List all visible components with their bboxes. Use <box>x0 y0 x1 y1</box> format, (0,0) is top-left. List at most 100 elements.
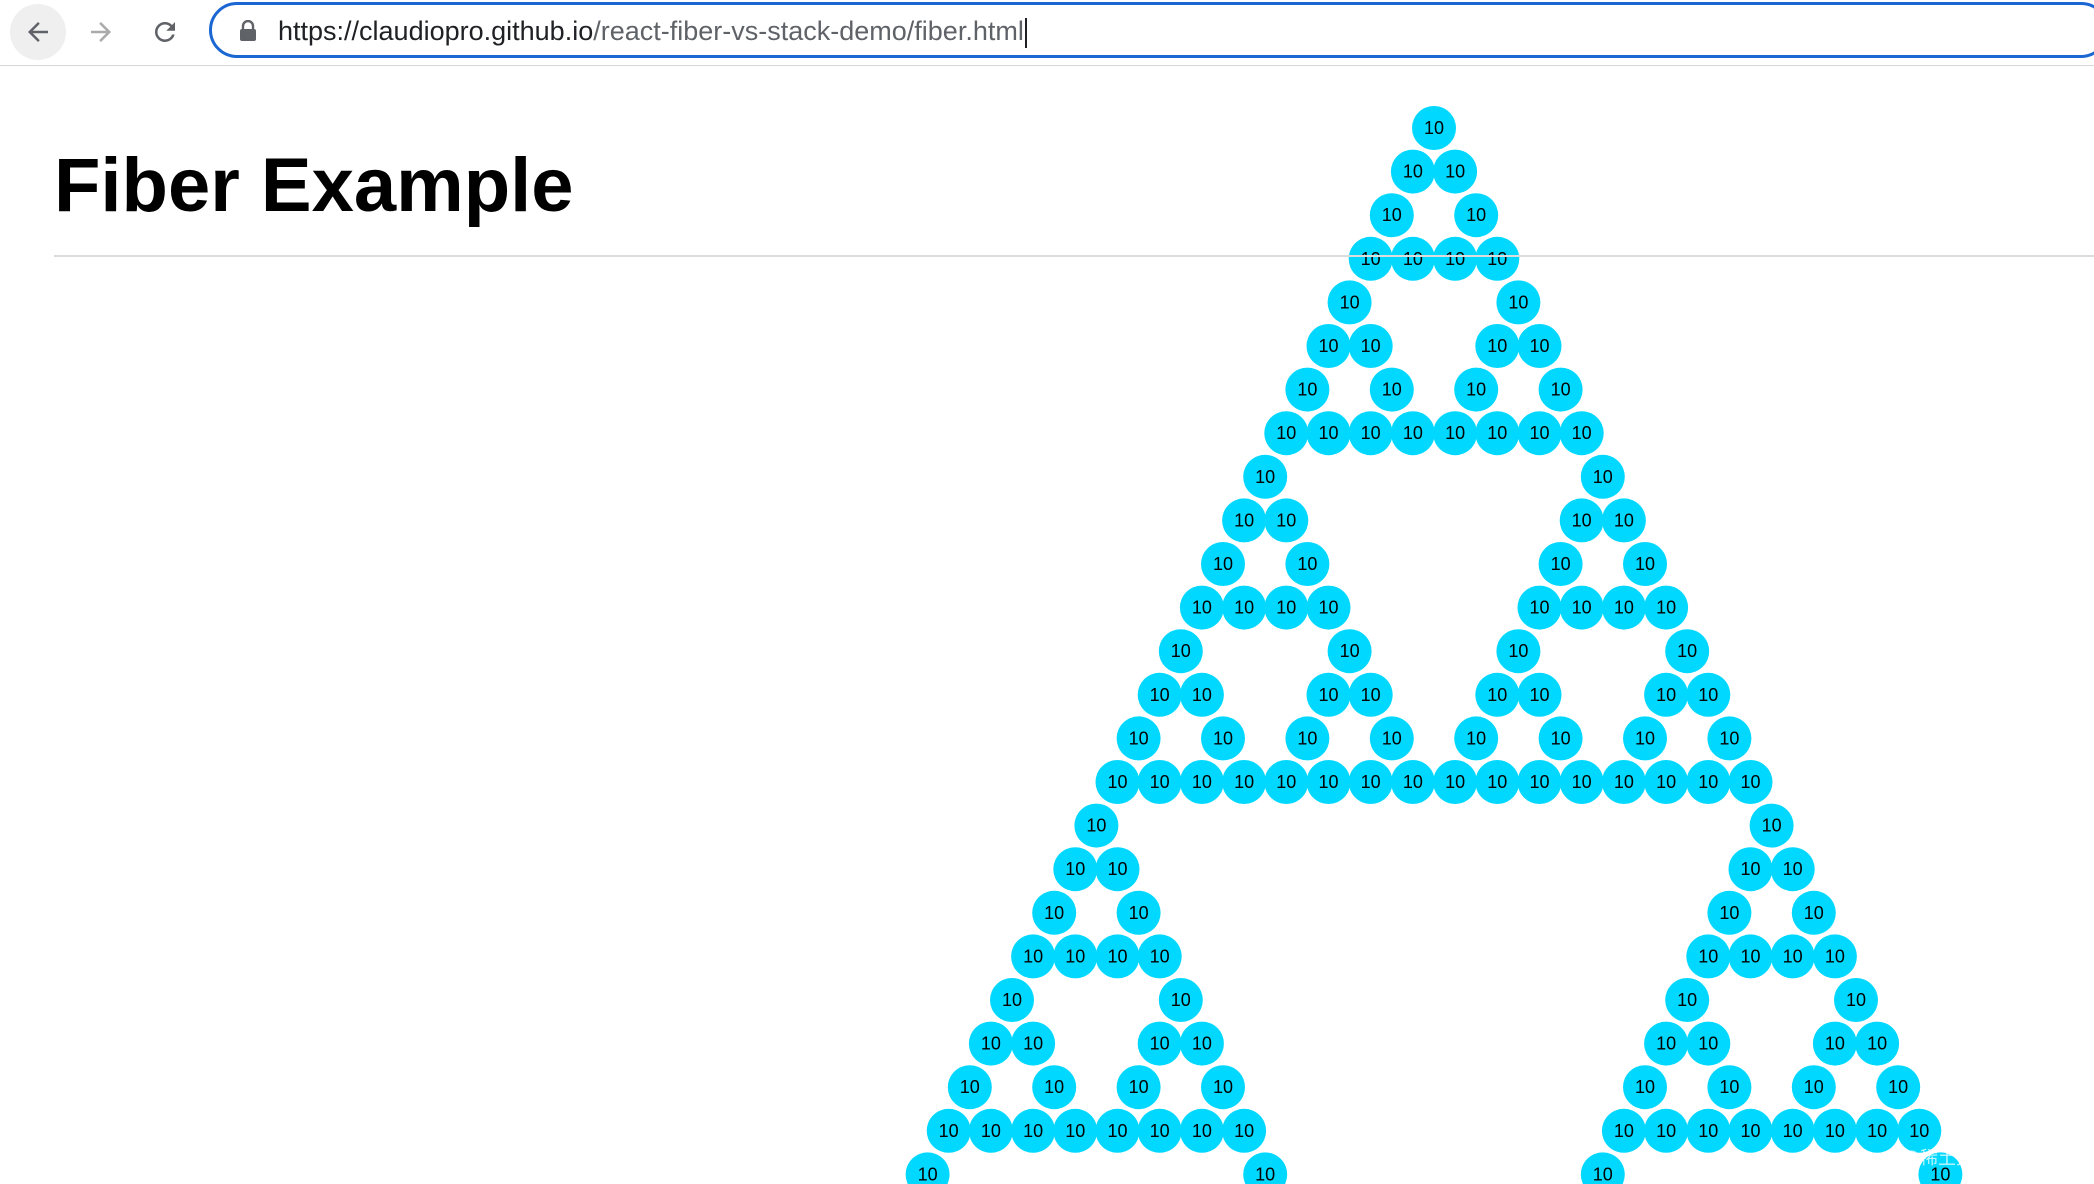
reload-button[interactable] <box>137 4 193 60</box>
dot-label: 10 <box>1150 685 1170 705</box>
dot-label: 10 <box>1783 859 1803 879</box>
dot-label: 10 <box>1529 772 1549 792</box>
triangle-dot: 10 <box>1475 760 1520 804</box>
dot-label: 10 <box>1361 249 1381 269</box>
triangle-dot: 10 <box>1412 106 1456 150</box>
triangle-dot: 10 <box>1812 1108 1857 1153</box>
triangle-dot: 10 <box>905 1152 950 1184</box>
triangle-dot: 10 <box>1559 585 1604 630</box>
triangle-dot: 10 <box>1517 324 1562 368</box>
triangle-dot: 10 <box>1770 934 1815 979</box>
dot-label: 10 <box>1487 336 1507 356</box>
dot-label: 10 <box>1150 946 1170 966</box>
triangle-dot: 10 <box>1644 1108 1689 1153</box>
triangle-dot: 10 <box>1580 454 1625 499</box>
triangle-dot: 10 <box>1348 324 1393 368</box>
dot-label: 10 <box>1403 423 1423 443</box>
triangle-dot: 10 <box>1538 367 1583 412</box>
dot-label: 10 <box>1445 423 1465 443</box>
triangle-dot: 10 <box>1791 890 1836 935</box>
dot-label: 10 <box>918 1164 938 1184</box>
dot-label: 10 <box>1551 380 1571 400</box>
dot-label: 10 <box>1297 380 1317 400</box>
triangle-dot: 10 <box>1601 1108 1646 1153</box>
dot-label: 10 <box>1825 1034 1845 1054</box>
triangle-dot: 10 <box>1348 236 1393 281</box>
triangle-dot: 10 <box>1158 978 1203 1022</box>
dot-label: 10 <box>1192 1121 1212 1141</box>
dot-label: 10 <box>1572 598 1592 618</box>
dot-label: 10 <box>1740 1121 1760 1141</box>
dot-label: 10 <box>1719 728 1739 748</box>
triangle-dot: 10 <box>1011 934 1056 979</box>
triangle-dot: 10 <box>1496 280 1541 325</box>
triangle-dot: 10 <box>1179 1021 1224 1066</box>
triangle-dot: 10 <box>1686 1021 1731 1066</box>
dot-label: 10 <box>1698 1121 1718 1141</box>
url-path: /react-fiber-vs-stack-demo/fiber.html <box>593 16 1024 46</box>
url-text[interactable]: https://claudiopro.github.io/react-fiber… <box>278 13 1027 49</box>
triangle-dot: 10 <box>1306 760 1351 804</box>
triangle-dot: 10 <box>1243 1152 1288 1184</box>
dot-label: 10 <box>1719 1077 1739 1097</box>
triangle-dot: 10 <box>1517 411 1562 456</box>
dot-label: 10 <box>1677 990 1697 1010</box>
dot-label: 10 <box>1762 816 1782 836</box>
triangle-dot: 10 <box>1264 498 1309 543</box>
dot-label: 10 <box>1086 816 1106 836</box>
triangle-dot: 10 <box>1116 716 1161 761</box>
dot-label: 10 <box>1740 772 1760 792</box>
dot-label: 10 <box>1171 641 1191 661</box>
triangle-dot: 10 <box>1623 542 1667 586</box>
dot-label: 10 <box>1065 946 1085 966</box>
triangle-dot: 10 <box>1580 1152 1625 1184</box>
triangle-dot: 10 <box>1601 760 1646 804</box>
dot-label: 10 <box>1783 1121 1803 1141</box>
triangle-dot: 10 <box>1390 411 1435 456</box>
dot-label: 10 <box>1551 554 1571 574</box>
dot-label: 10 <box>1656 772 1676 792</box>
triangle-dot: 10 <box>1285 716 1330 761</box>
dot-label: 10 <box>1150 772 1170 792</box>
back-button[interactable] <box>10 4 66 60</box>
dot-label: 10 <box>1213 1077 1233 1097</box>
triangle-dot: 10 <box>1137 934 1182 979</box>
triangle-dot: 10 <box>1538 542 1583 586</box>
dot-label: 10 <box>1150 1034 1170 1054</box>
dot-label: 10 <box>1804 903 1824 923</box>
dot-label: 10 <box>1255 467 1275 487</box>
address-bar[interactable]: https://claudiopro.github.io/react-fiber… <box>209 2 2094 58</box>
dot-label: 10 <box>1888 1077 1908 1097</box>
triangle-dot: 10 <box>1348 411 1393 456</box>
dot-label: 10 <box>1466 728 1486 748</box>
triangle-dot: 10 <box>1623 716 1667 761</box>
triangle-dot: 10 <box>1559 498 1604 543</box>
dot-label: 10 <box>1529 598 1549 618</box>
dot-label: 10 <box>1635 728 1655 748</box>
triangle-dot: 10 <box>1644 672 1689 717</box>
dot-label: 10 <box>1297 728 1317 748</box>
triangle-dot: 10 <box>1369 193 1414 238</box>
dot-label: 10 <box>1129 728 1149 748</box>
triangle-dot: 10 <box>1053 847 1098 892</box>
triangle-dot: 10 <box>1454 367 1499 412</box>
triangle-dot: 10 <box>1201 1065 1245 1110</box>
dot-label: 10 <box>1656 598 1676 618</box>
triangle-dot: 10 <box>1390 149 1435 194</box>
dot-label: 10 <box>1361 336 1381 356</box>
dot-label: 10 <box>1318 336 1338 356</box>
dot-label: 10 <box>981 1121 1001 1141</box>
triangle-dot: 10 <box>1517 672 1562 717</box>
triangle-dot: 10 <box>1095 847 1140 892</box>
dot-label: 10 <box>1023 1121 1043 1141</box>
dot-label: 10 <box>1318 423 1338 443</box>
triangle-dot: 10 <box>1306 672 1351 717</box>
triangle-dot: 10 <box>1433 760 1478 804</box>
triangle-dot: 10 <box>1707 1065 1752 1110</box>
dot-label: 10 <box>1107 1121 1127 1141</box>
dot-label: 10 <box>1825 946 1845 966</box>
triangle-dot: 10 <box>1179 760 1224 804</box>
forward-button[interactable] <box>73 4 129 60</box>
dot-label: 10 <box>1318 685 1338 705</box>
triangle-dot: 10 <box>1116 1065 1161 1110</box>
